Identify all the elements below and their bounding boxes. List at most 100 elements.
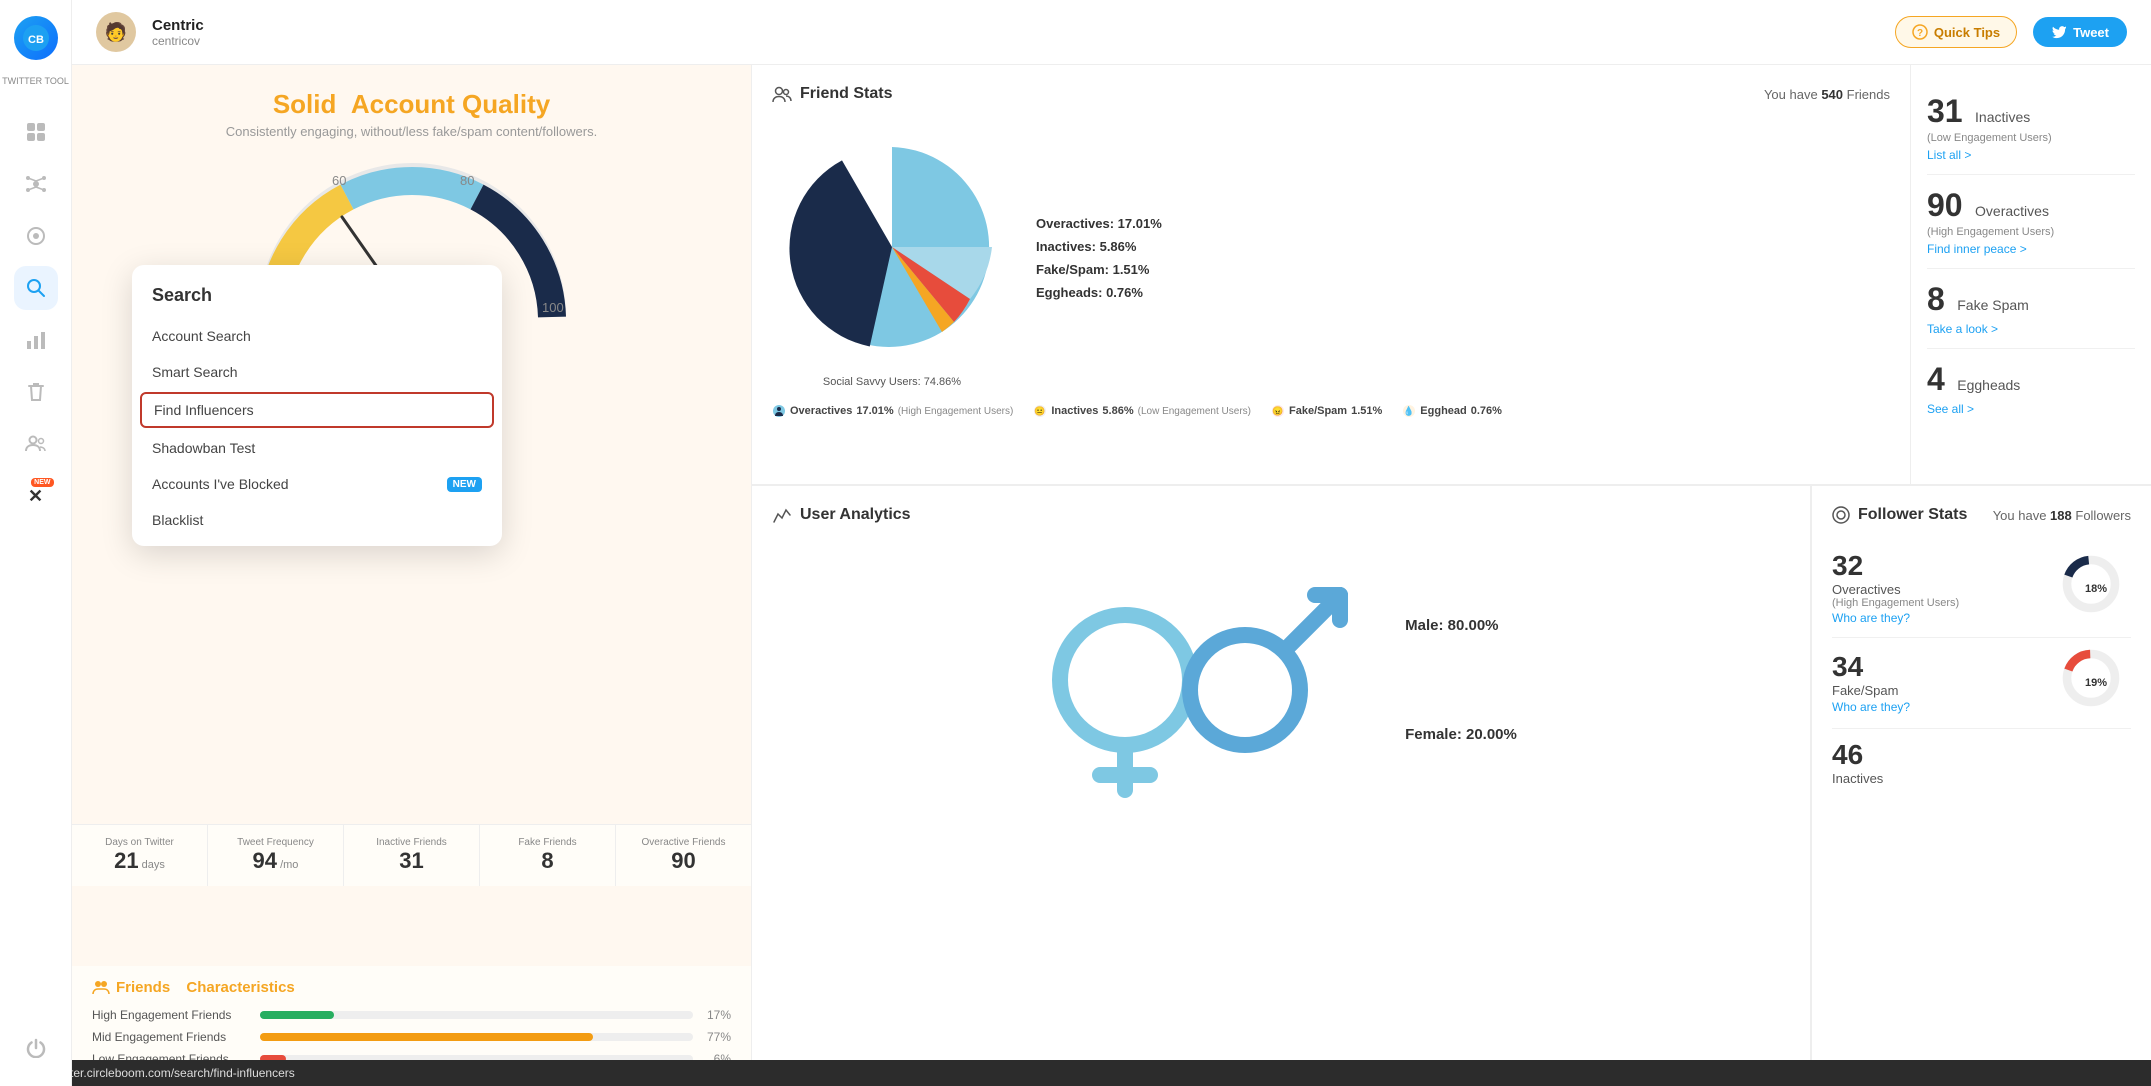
search-item-blocked[interactable]: Accounts I've Blocked NEW — [132, 466, 502, 502]
overactive-label: Overactive Friends — [624, 837, 743, 848]
svg-text:60: 60 — [332, 173, 346, 188]
status-bar: https://twitter.circleboom.com/search/fi… — [0, 1060, 2151, 1086]
sidebar-item-dashboard[interactable] — [14, 110, 58, 154]
user-info: Centric centricov — [152, 17, 204, 48]
friend-stats-panel: Friend Stats You have 540 Friends — [752, 65, 1911, 485]
mid-engagement-fill — [260, 1033, 593, 1041]
follower-overactives-link[interactable]: Who are they? — [1832, 611, 1910, 625]
quick-tips-label: Quick Tips — [1934, 25, 2000, 40]
bar-row-mid: Mid Engagement Friends 77% — [92, 1030, 731, 1044]
frequency-label: Tweet Frequency — [216, 837, 335, 848]
inactives-link[interactable]: List all > — [1927, 148, 2135, 162]
sidebar-item-circle[interactable] — [14, 214, 58, 258]
blocked-new-tag: NEW — [447, 477, 482, 492]
high-engagement-track — [260, 1011, 693, 1019]
search-item-find-influencers[interactable]: Find Influencers — [140, 392, 494, 428]
sidebar-item-twitter-x[interactable]: ✕ NEW — [14, 474, 58, 518]
svg-text:100: 100 — [542, 300, 564, 315]
follower-stats-title-text: Follower Stats — [1858, 506, 1967, 524]
app-title-label: TWITTER TOOL — [2, 76, 69, 86]
new-badge: NEW — [31, 478, 53, 487]
follower-row-fakespam: 34 Fake/Spam Who are they? 19% — [1832, 638, 2131, 729]
stat-overactive-friends: Overactive Friends 90 — [616, 825, 751, 886]
chip-overactives: Overactives 17.01% (High Engagement User… — [772, 404, 1013, 418]
sidebar-item-analytics[interactable] — [14, 318, 58, 362]
male-stat: Male: 80.00% — [1405, 617, 1517, 634]
overactives-sub: (High Engagement Users) — [1927, 226, 2135, 238]
chip-egghead-pct: 0.76% — [1471, 405, 1502, 417]
svg-text:😐: 😐 — [1035, 406, 1046, 416]
friends-count-meta: You have 540 Friends — [1764, 87, 1890, 102]
quality-label-solid: Solid — [273, 89, 337, 119]
sidebar-item-power[interactable] — [14, 1026, 58, 1070]
female-stat: Female: 20.00% — [1405, 726, 1517, 743]
overactives-link[interactable]: Find inner peace > — [1927, 242, 2135, 256]
overactives-desc: Overactives — [1975, 203, 2049, 219]
chip-inactives: 😐 Inactives 5.86% (Low Engagement Users) — [1033, 404, 1251, 418]
eggheads-count: 4 — [1927, 361, 1945, 397]
quick-tips-button[interactable]: ? Quick Tips — [1895, 16, 2017, 48]
legend-eggheads: Eggheads: 0.76% — [1036, 285, 1162, 300]
user-analytics-panel: User Analytics — [752, 486, 1811, 1086]
inactives-count: 31 — [1927, 93, 1963, 129]
inactives-stat-block: 31 Inactives (Low Engagement Users) List… — [1927, 81, 2135, 175]
social-savvy-label: Social Savvy Users: 74.86% — [772, 376, 1012, 388]
fakespam-link[interactable]: Take a look > — [1927, 322, 2135, 336]
follower-overactives-donut: 18% — [2061, 554, 2131, 624]
sidebar-item-delete[interactable] — [14, 370, 58, 414]
search-item-account-search[interactable]: Account Search — [132, 318, 502, 354]
chip-overactives-pct: 17.01% — [856, 405, 893, 417]
frequency-value: 94 /mo — [216, 848, 335, 874]
follower-inactives-count: 46 — [1832, 739, 1883, 771]
sidebar-item-network[interactable] — [14, 162, 58, 206]
pie-chart-area: Social Savvy Users: 74.86% Overactives: … — [772, 119, 1890, 396]
search-item-shadowban[interactable]: Shadowban Test — [132, 430, 502, 466]
pie-bottom-legend-row: Overactives 17.01% (High Engagement User… — [772, 396, 1890, 426]
search-dropdown-title: Search — [132, 285, 502, 318]
account-quality-title: Solid Account Quality — [96, 89, 727, 120]
svg-text:80: 80 — [460, 173, 474, 188]
sidebar-item-search[interactable] — [14, 266, 58, 310]
chip-fakespam-pct: 1.51% — [1351, 405, 1382, 417]
stat-inactive-friends: Inactive Friends 31 — [344, 825, 480, 886]
chip-fakespam: 😠 Fake/Spam 1.51% — [1271, 404, 1382, 418]
sidebar-item-users[interactable] — [14, 422, 58, 466]
follower-overactives-sub: (High Engagement Users) — [1832, 597, 1959, 609]
fake-value: 8 — [488, 848, 607, 874]
svg-text:😠: 😠 — [1272, 406, 1283, 416]
right-bottom: User Analytics — [752, 485, 2151, 1086]
friends-title-suffix: Characteristics — [186, 979, 294, 996]
stats-row: Days on Twitter 21 days Tweet Frequency … — [72, 824, 751, 886]
tweet-button[interactable]: Tweet — [2033, 17, 2127, 47]
content-area: Solid Account Quality Consistently engag… — [72, 65, 2151, 1086]
pie-chart-container: Social Savvy Users: 74.86% — [772, 127, 1012, 388]
left-panel: Solid Account Quality Consistently engag… — [72, 65, 752, 1086]
fake-label: Fake Friends — [488, 837, 607, 848]
gender-icons-svg — [1045, 560, 1365, 800]
smart-search-label: Smart Search — [152, 364, 238, 380]
follower-inactives-label: Inactives — [1832, 771, 1883, 786]
mid-engagement-pct: 77% — [701, 1030, 731, 1044]
app-logo: CB — [14, 16, 58, 60]
mid-engagement-track — [260, 1033, 693, 1041]
overactives-donut-pct: 18% — [2085, 583, 2107, 595]
shadowban-test-label: Shadowban Test — [152, 440, 255, 456]
chip-fakespam-label: Fake/Spam — [1289, 405, 1347, 417]
accounts-blocked-label: Accounts I've Blocked — [152, 476, 289, 492]
search-item-blacklist[interactable]: Blacklist — [132, 502, 502, 538]
friend-stats-sidebar: 31 Inactives (Low Engagement Users) List… — [1911, 65, 2151, 485]
female-pct: Female: 20.00% — [1405, 726, 1517, 743]
follower-stats-panel: Follower Stats You have 188 Followers 32… — [1811, 486, 2151, 1086]
overactives-count: 90 — [1927, 187, 1963, 223]
legend-overactives: Overactives: 17.01% — [1036, 216, 1162, 231]
follower-fakespam-donut: 19% — [2061, 648, 2131, 718]
eggheads-link[interactable]: See all > — [1927, 402, 2135, 416]
days-label: Days on Twitter — [80, 837, 199, 848]
followers-count: 188 — [2050, 508, 2072, 523]
search-item-smart-search[interactable]: Smart Search — [132, 354, 502, 390]
chip-egghead: 💧 Egghead 0.76% — [1402, 404, 1502, 418]
follower-fakespam-link[interactable]: Who are they? — [1832, 700, 1910, 714]
follower-overactives-left: 32 Overactives (High Engagement Users) W… — [1832, 550, 1959, 627]
search-dropdown: Search Account Search Smart Search Find … — [132, 265, 502, 546]
overactives-stat-block: 90 Overactives (High Engagement Users) F… — [1927, 175, 2135, 269]
